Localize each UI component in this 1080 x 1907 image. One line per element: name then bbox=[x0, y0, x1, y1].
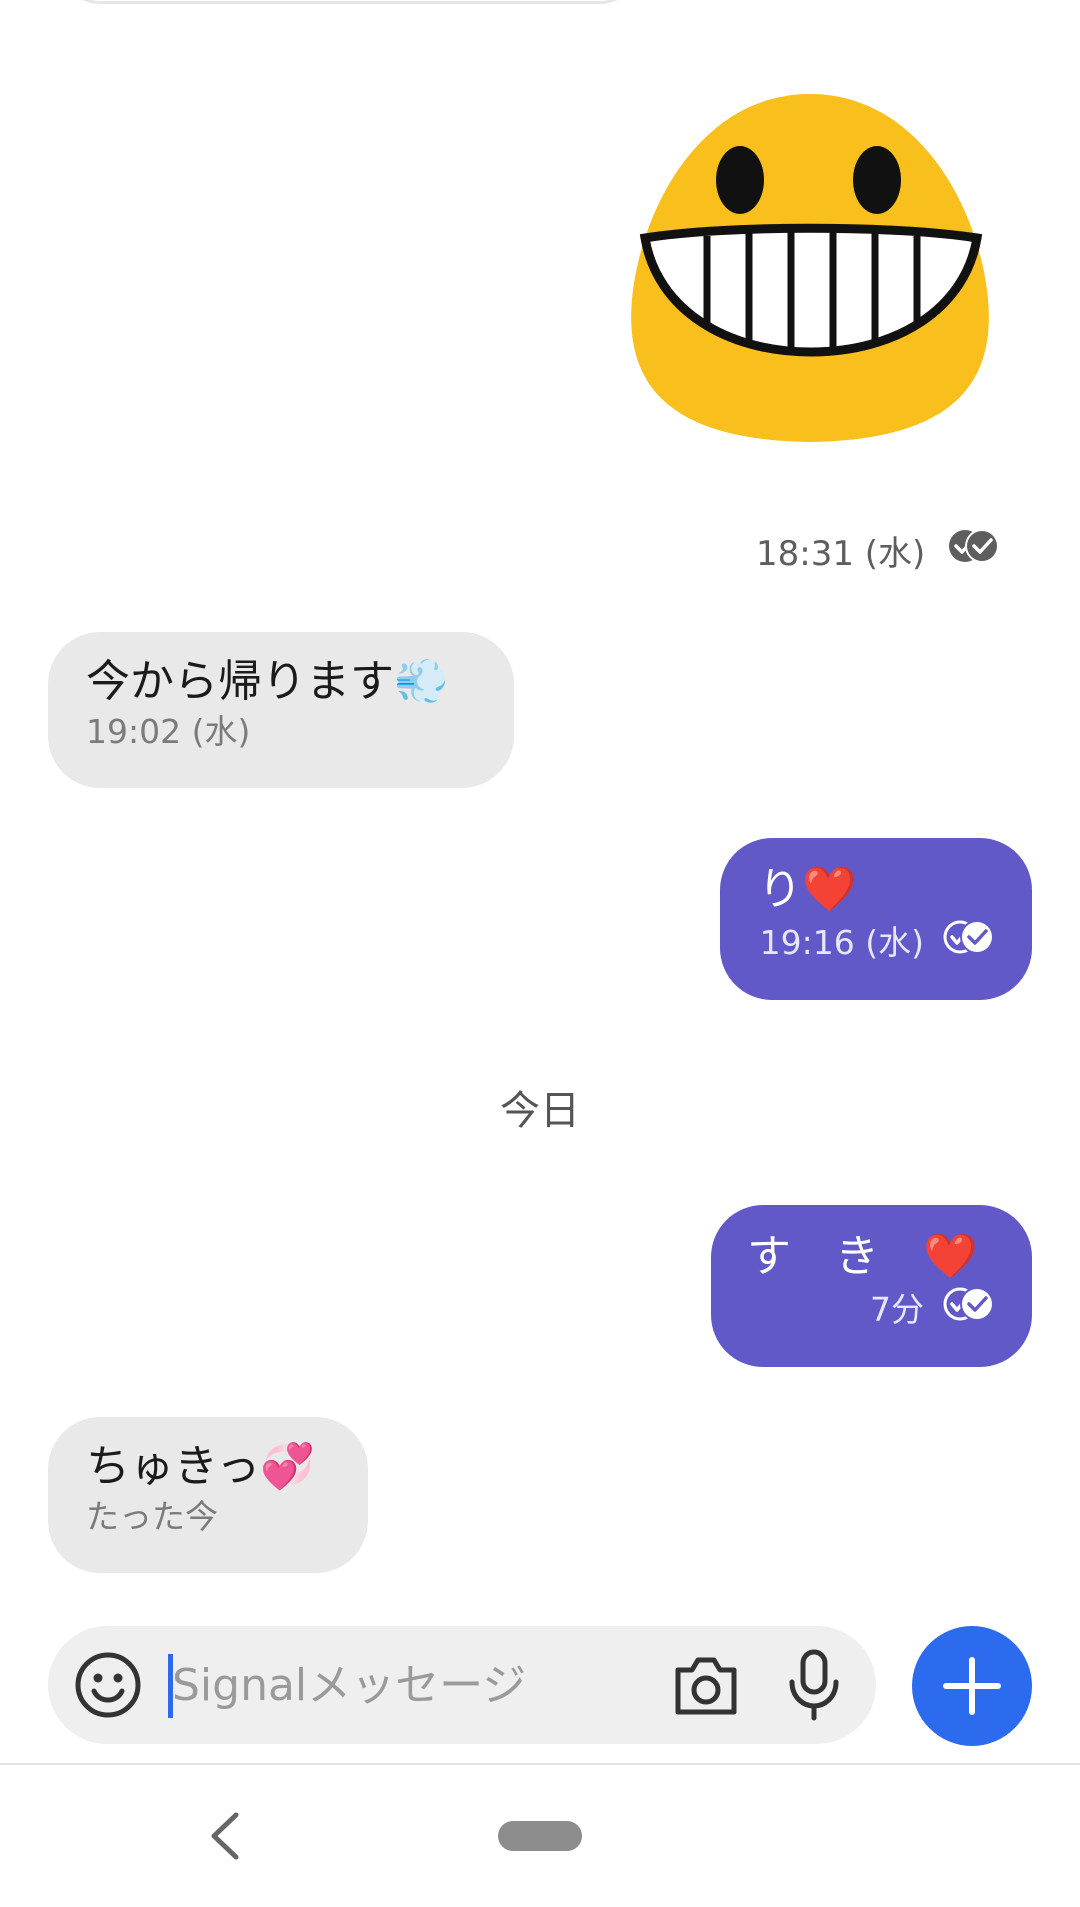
outgoing-message-bubble[interactable]: り❤️ 19:16 (水) bbox=[720, 838, 1032, 1000]
double-check-icon bbox=[942, 918, 996, 967]
double-check-icon bbox=[947, 527, 1001, 574]
message-meta: 19:16 (水) bbox=[758, 918, 996, 967]
home-pill-icon[interactable] bbox=[498, 1821, 582, 1851]
message-text: ちゅきっ💞 bbox=[86, 1441, 316, 1492]
date-separator: 今日 bbox=[500, 1088, 580, 1134]
message-input[interactable] bbox=[172, 1646, 572, 1724]
message-time: 18:31 (水) bbox=[756, 534, 926, 574]
grinning-face-sticker-image bbox=[631, 94, 989, 442]
incoming-message-bubble[interactable]: ちゅきっ💞 たった今 bbox=[48, 1417, 368, 1573]
message-time: 19:02 (水) bbox=[86, 712, 251, 751]
message-time: 19:16 (水) bbox=[759, 922, 924, 962]
back-icon[interactable] bbox=[200, 1809, 250, 1863]
system-navigation-bar bbox=[0, 1763, 1080, 1907]
outgoing-message-bubble[interactable]: す き ❤️ 7分 bbox=[711, 1205, 1032, 1367]
camera-icon[interactable] bbox=[672, 1652, 740, 1718]
message-time: 7分 bbox=[870, 1289, 924, 1329]
message-meta: 7分 bbox=[747, 1285, 996, 1334]
message-text: 今から帰ります💨 bbox=[86, 656, 449, 707]
double-check-icon bbox=[942, 1285, 996, 1334]
plus-icon[interactable] bbox=[912, 1626, 1032, 1746]
previous-message-bubble-edge bbox=[60, 0, 640, 4]
microphone-icon[interactable] bbox=[784, 1648, 844, 1722]
message-time: たった今 bbox=[86, 1497, 218, 1536]
sticker-message-meta: 18:31 (水) bbox=[756, 526, 1001, 575]
incoming-message-bubble[interactable]: 今から帰ります💨 19:02 (水) bbox=[48, 632, 514, 788]
message-meta: たった今 bbox=[86, 1495, 338, 1539]
grinning-face-sticker[interactable] bbox=[615, 90, 1005, 450]
message-text: す き ❤️ bbox=[747, 1231, 978, 1282]
message-meta: 19:02 (水) bbox=[86, 710, 478, 754]
message-composer bbox=[48, 1626, 876, 1744]
message-text: り❤️ bbox=[758, 864, 857, 915]
emoji-icon[interactable] bbox=[74, 1651, 142, 1719]
